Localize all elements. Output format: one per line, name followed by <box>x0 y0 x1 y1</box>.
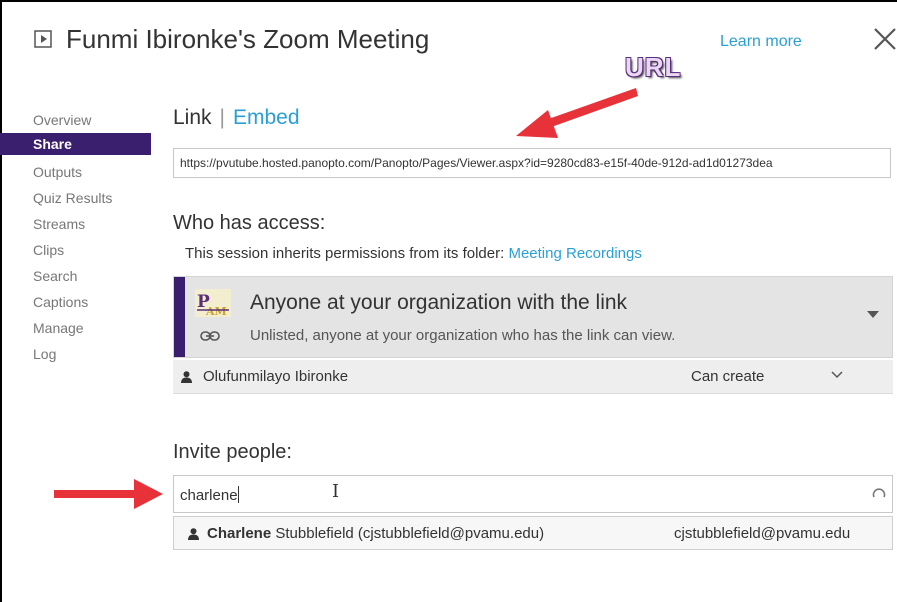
invite-input-value: charlene <box>180 486 239 504</box>
chevron-down-icon[interactable] <box>831 370 843 380</box>
sidebar-item-clips[interactable]: Clips <box>33 237 153 263</box>
share-url-field[interactable]: https://pvutube.hosted.panopto.com/Panop… <box>173 148 891 178</box>
sidebar-item-streams[interactable]: Streams <box>33 211 153 237</box>
access-level-dropdown[interactable]: P AM Anyone at your organization with th… <box>173 276 893 358</box>
sidebar-item-share[interactable]: Share <box>0 133 151 155</box>
person-icon <box>188 528 199 540</box>
sidebar-item-log[interactable]: Log <box>33 341 153 367</box>
tab-separator: | <box>219 106 225 129</box>
loading-spinner-icon <box>872 488 886 498</box>
person-icon <box>181 371 192 383</box>
sidebar-item-captions[interactable]: Captions <box>33 289 153 315</box>
dialog-header: Funmi Ibironke's Zoom Meeting Learn more <box>0 0 897 80</box>
folder-link[interactable]: Meeting Recordings <box>508 245 641 262</box>
owner-name: Olufunmilayo Ibironke <box>203 368 349 385</box>
pvamu-logo-icon: P AM <box>195 289 231 317</box>
owner-row: Olufunmilayo Ibironke Can create <box>173 360 893 394</box>
close-icon[interactable] <box>873 27 897 51</box>
caret-down-icon[interactable] <box>867 311 879 318</box>
invite-arrow <box>54 479 163 509</box>
frame-left-border <box>0 0 2 602</box>
suggestion-item[interactable]: Charlene Stubblefield (cjstubblefield@pv… <box>173 516 893 550</box>
inherit-label: This session inherits permissions from i… <box>185 245 505 262</box>
sidebar-item-outputs[interactable]: Outputs <box>33 159 153 185</box>
url-annotation-label: URL <box>625 52 682 82</box>
access-option-title: Anyone at your organization with the lin… <box>250 291 628 314</box>
share-tabs: Link | Embed <box>173 106 300 130</box>
access-option-description: Unlisted, anyone at your organization wh… <box>250 327 676 344</box>
ibeam-cursor-icon: I <box>332 481 340 502</box>
permission-select[interactable]: Can create <box>691 368 764 385</box>
who-has-access-heading: Who has access: <box>173 212 326 234</box>
url-arrow <box>516 88 638 138</box>
sidebar-item-overview[interactable]: Overview <box>33 107 153 133</box>
suggestion-name: Charlene Stubblefield (cjstubblefield@pv… <box>207 525 545 542</box>
tab-link[interactable]: Link <box>173 106 212 129</box>
tab-embed[interactable]: Embed <box>233 106 300 129</box>
text-caret <box>237 486 239 503</box>
link-icon <box>200 331 220 341</box>
sidebar: Overview Share Outputs Quiz Results Stre… <box>0 107 153 367</box>
play-icon <box>34 30 52 48</box>
suggestion-email: cjstubblefield@pvamu.edu <box>674 525 851 542</box>
svg-text:AM: AM <box>205 305 227 317</box>
invite-people-input[interactable]: charlene I <box>173 475 893 513</box>
sidebar-item-manage[interactable]: Manage <box>33 315 153 341</box>
page-title: Funmi Ibironke's Zoom Meeting <box>66 24 430 54</box>
sidebar-item-quiz-results[interactable]: Quiz Results <box>33 185 153 211</box>
sidebar-item-search[interactable]: Search <box>33 263 153 289</box>
invite-people-heading: Invite people: <box>173 441 292 463</box>
inherit-permissions-text: This session inherits permissions from i… <box>185 245 642 262</box>
access-accent-bar <box>174 277 185 357</box>
learn-more-link[interactable]: Learn more <box>720 33 802 51</box>
